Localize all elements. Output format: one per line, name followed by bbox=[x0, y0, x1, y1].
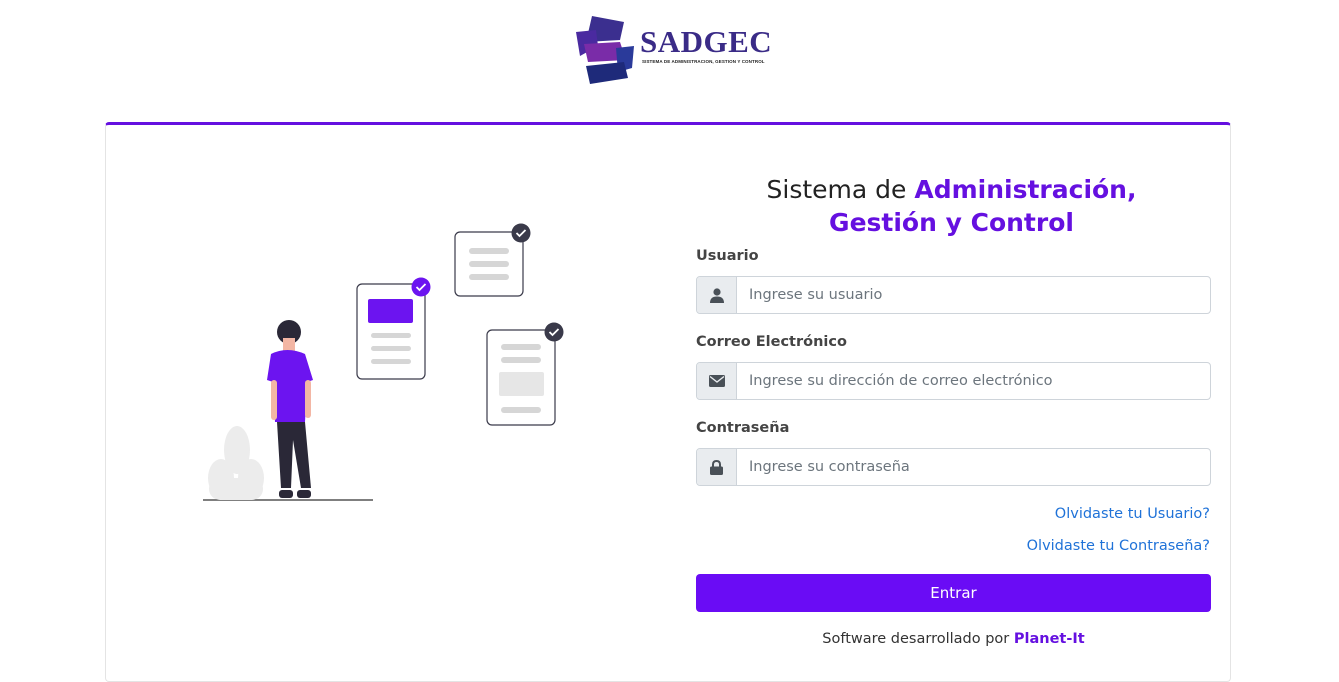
envelope-icon bbox=[697, 363, 737, 399]
logo-name: SADGEC bbox=[640, 24, 773, 59]
email-input-group bbox=[696, 362, 1211, 400]
user-icon bbox=[697, 277, 737, 313]
title-prefix: Sistema de bbox=[766, 175, 915, 204]
logo-mark-icon bbox=[576, 16, 634, 84]
document-card-1 bbox=[356, 277, 431, 380]
user-input-group bbox=[696, 276, 1211, 314]
lock-icon bbox=[697, 449, 737, 485]
document-card-3 bbox=[486, 322, 564, 426]
logo-tagline: SISTEMA DE ADMINISTRACION, GESTION Y CON… bbox=[642, 59, 765, 64]
forgot-password-link[interactable]: Olvidaste tu Contraseña? bbox=[1027, 538, 1210, 554]
title-accent-line2: Gestión y Control bbox=[829, 208, 1074, 237]
email-label: Correo Electrónico bbox=[696, 334, 847, 350]
footer-credit: Software desarrollado por Planet-It bbox=[696, 631, 1211, 647]
password-input[interactable] bbox=[737, 449, 1210, 485]
user-input[interactable] bbox=[737, 277, 1210, 313]
user-label: Usuario bbox=[696, 248, 759, 264]
document-card-2 bbox=[454, 223, 531, 297]
submit-button[interactable]: Entrar bbox=[696, 574, 1211, 612]
footer-text: Software desarrollado por bbox=[822, 631, 1014, 647]
forgot-user-link[interactable]: Olvidaste tu Usuario? bbox=[1055, 506, 1210, 522]
title-accent-line1: Administración, bbox=[914, 175, 1137, 204]
person-figure bbox=[267, 320, 313, 498]
sadgec-logo: SADGEC SISTEMA DE ADMINISTRACION, GESTIO… bbox=[576, 16, 772, 84]
footer-brand: Planet-It bbox=[1013, 631, 1085, 647]
password-input-group bbox=[696, 448, 1211, 486]
password-label: Contraseña bbox=[696, 420, 790, 436]
email-input[interactable] bbox=[737, 363, 1210, 399]
plant-icon bbox=[208, 426, 264, 500]
page-title: Sistema de Administración, Gestión y Con… bbox=[689, 173, 1214, 239]
login-illustration bbox=[203, 223, 564, 501]
login-card: Sistema de Administración, Gestión y Con… bbox=[105, 122, 1231, 682]
